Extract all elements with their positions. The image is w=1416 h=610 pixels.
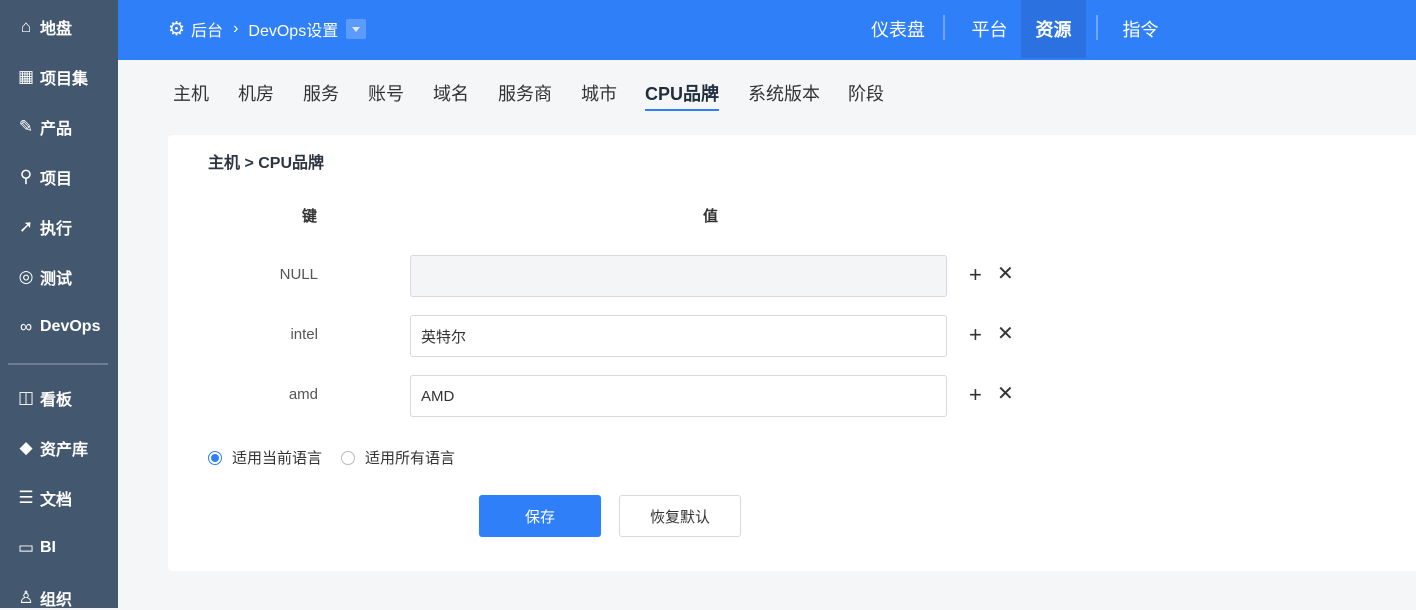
sidebar-item-dashboard[interactable]: ⌂ 地盘 — [16, 15, 72, 39]
sidebar-item-label: 文档 — [40, 492, 73, 509]
home-icon: ⌂ — [20, 17, 32, 36]
sidebar: ⌂ 地盘 ▦ 项目集 ✎ 产品 ⚲ 项目 ➚ 执行 ◎ 测试 ∞ DevOps ◫ 看板 ◆ 资产… — [0, 0, 118, 610]
nav-platform[interactable]: 平台 — [958, 0, 1021, 58]
value-header: 值 — [703, 208, 719, 225]
breadcrumb: ⚙ 后台 › DevOps设置 — [168, 17, 367, 41]
key-header: 键 — [302, 208, 318, 225]
sidebar-item-assets[interactable]: ◆ 资产库 — [16, 436, 88, 460]
tab-room[interactable]: 机房 — [238, 80, 274, 106]
sidebar-item-project[interactable]: ⚲ 项目 — [16, 165, 72, 189]
bulb-icon: ✎ — [18, 117, 34, 136]
sidebar-item-product[interactable]: ✎ 产品 — [16, 115, 72, 139]
tab-cpu-brand[interactable]: CPU品牌 — [645, 80, 720, 111]
radio-checked-icon[interactable] — [208, 450, 222, 465]
save-button[interactable]: 保存 — [479, 495, 601, 537]
radio-all-languages[interactable]: 适用所有语言 — [341, 447, 455, 468]
tab-os-version[interactable]: 系统版本 — [748, 80, 820, 106]
sidebar-item-kanban[interactable]: ◫ 看板 — [16, 386, 72, 410]
sidebar-item-bi[interactable]: ▭ BI — [16, 536, 56, 560]
top-bar: ⚙ 后台 › DevOps设置 仪表盘 平台 资源 指令 — [118, 0, 1416, 60]
sidebar-item-test[interactable]: ◎ 测试 — [16, 265, 72, 289]
dropdown-button[interactable] — [346, 19, 367, 39]
tab-service[interactable]: 服务 — [303, 80, 339, 106]
sidebar-item-org[interactable]: ♙ 组织 — [16, 586, 72, 610]
sidebar-item-label: BI — [40, 539, 56, 556]
form-title: 主机 > CPU品牌 — [208, 155, 325, 172]
tab-provider[interactable]: 服务商 — [498, 80, 552, 106]
nav-separator — [943, 15, 945, 40]
sidebar-item-devops[interactable]: ∞ DevOps — [16, 315, 101, 339]
radio-unchecked-icon[interactable] — [341, 450, 355, 465]
sidebar-item-label: 资产库 — [40, 442, 89, 459]
row-key: NULL — [279, 266, 318, 283]
sidebar-item-execution[interactable]: ➚ 执行 — [16, 215, 72, 239]
add-icon[interactable]: + — [969, 384, 982, 406]
tab-city[interactable]: 城市 — [581, 80, 617, 106]
sidebar-item-doc[interactable]: ☰ 文档 — [16, 486, 72, 510]
value-input[interactable] — [410, 375, 947, 417]
sidebar-item-label: 地盘 — [40, 21, 73, 38]
sidebar-divider — [8, 363, 108, 365]
chevron-right-icon: › — [233, 20, 239, 37]
sidebar-item-label: 组织 — [40, 592, 73, 609]
sidebar-item-label: 项目 — [40, 171, 73, 188]
rocket-icon: ⚲ — [19, 167, 33, 186]
tab-domain[interactable]: 域名 — [433, 80, 469, 106]
kanban-icon: ◫ — [17, 388, 35, 407]
close-icon[interactable]: ✕ — [997, 264, 1014, 284]
form-card: 主机 > CPU品牌 键 值 NULL + ✕ intel + ✕ amd + … — [168, 135, 1416, 571]
value-input[interactable] — [410, 255, 947, 297]
close-icon[interactable]: ✕ — [997, 324, 1014, 344]
sidebar-item-label: DevOps — [40, 318, 101, 335]
add-icon[interactable]: + — [969, 324, 982, 346]
tab-host[interactable]: 主机 — [173, 80, 209, 106]
sidebar-item-label: 产品 — [40, 121, 73, 138]
breadcrumb-current: DevOps设置 — [248, 23, 339, 40]
sidebar-item-label: 看板 — [40, 392, 73, 409]
row-key: intel — [290, 326, 318, 343]
grid-icon: ▦ — [17, 67, 35, 86]
tab-stage[interactable]: 阶段 — [848, 80, 884, 106]
gear-icon: ⚙ — [168, 18, 186, 40]
reset-default-button[interactable]: 恢复默认 — [619, 495, 741, 537]
breadcrumb-root[interactable]: 后台 — [191, 17, 223, 41]
run-icon: ➚ — [18, 217, 34, 236]
row-key: amd — [288, 386, 318, 403]
sidebar-item-label: 项目集 — [40, 71, 89, 88]
add-icon[interactable]: + — [969, 264, 982, 286]
nav-command[interactable]: 指令 — [1108, 0, 1173, 58]
nav-separator — [1096, 15, 1098, 40]
sidebar-item-label: 执行 — [40, 221, 73, 238]
tab-account[interactable]: 账号 — [368, 80, 404, 106]
doc-icon: ☰ — [18, 488, 34, 507]
search-icon: ◎ — [18, 267, 34, 286]
infinity-icon: ∞ — [19, 317, 33, 336]
radio-current-language[interactable]: 适用当前语言 — [208, 447, 322, 468]
value-input[interactable] — [410, 315, 947, 357]
close-icon[interactable]: ✕ — [997, 384, 1014, 404]
radio-label: 适用所有语言 — [365, 450, 456, 467]
sidebar-item-label: 测试 — [40, 271, 73, 288]
nav-resource[interactable]: 资源 — [1021, 0, 1086, 58]
monitor-icon: ▭ — [17, 538, 35, 557]
sidebar-item-program[interactable]: ▦ 项目集 — [16, 65, 88, 89]
nav-dashboard[interactable]: 仪表盘 — [854, 0, 942, 58]
diamond-icon: ◆ — [19, 438, 33, 457]
users-icon: ♙ — [18, 588, 34, 607]
radio-label: 适用当前语言 — [232, 450, 323, 467]
